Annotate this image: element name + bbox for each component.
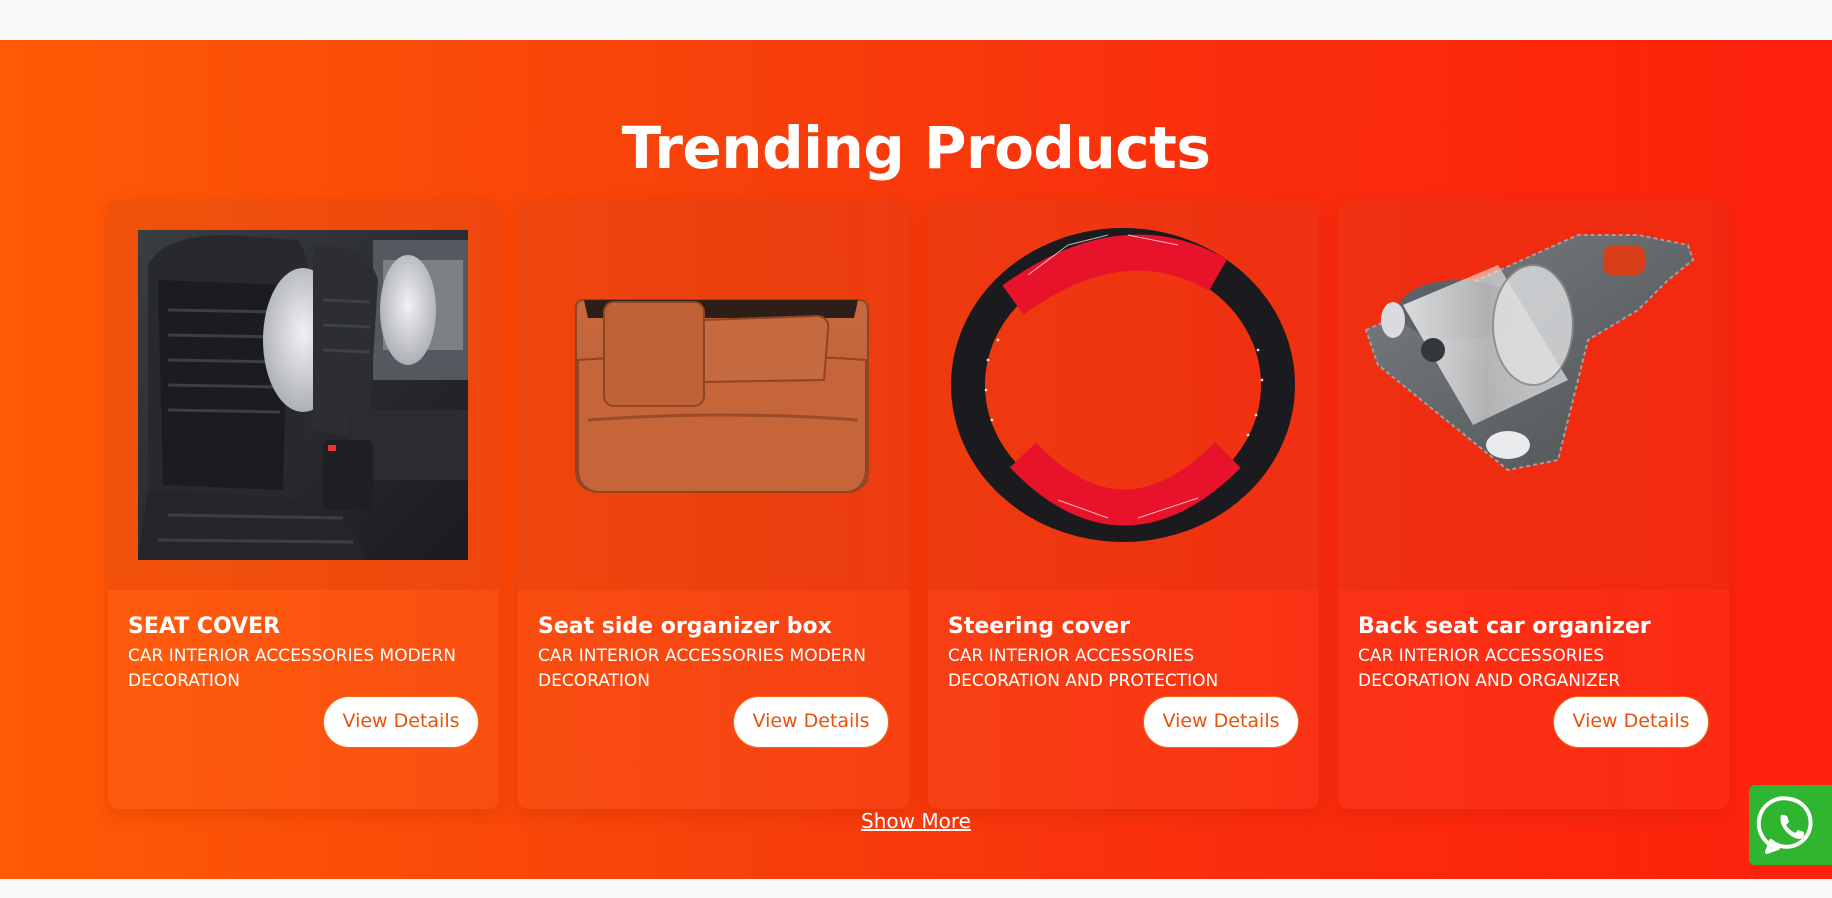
product-name[interactable]: Back seat car organizer [1358, 612, 1651, 642]
product-card: Back seat car organizer CAR INTERIOR ACC… [1338, 200, 1729, 809]
product-description: CAR INTERIOR ACCESSORIES MODERN DECORATI… [128, 646, 456, 691]
product-image[interactable] [108, 200, 499, 590]
product-card: Seat side organizer box CAR INTERIOR ACC… [518, 200, 909, 809]
view-details-button[interactable]: View Details [323, 696, 479, 748]
whatsapp-button[interactable] [1749, 785, 1832, 865]
product-name[interactable]: Seat side organizer box [538, 612, 832, 642]
product-description: CAR INTERIOR ACCESSORIES MODERN DECORATI… [538, 646, 866, 691]
leather-organizer-box-image [575, 299, 869, 493]
product-image[interactable] [1338, 200, 1729, 590]
view-details-button[interactable]: View Details [733, 696, 889, 748]
product-image[interactable] [928, 200, 1319, 590]
whatsapp-icon [1756, 796, 1813, 854]
trending-products-section: Trending Products SEAT COVER CAR INTERIO… [0, 40, 1832, 879]
product-name[interactable]: Steering cover [948, 612, 1130, 642]
product-card: SEAT COVER CAR INTERIOR ACCESSORIES MODE… [108, 200, 499, 809]
view-details-button[interactable]: View Details [1143, 696, 1299, 748]
product-card: Steering cover CAR INTERIOR ACCESSORIES … [928, 200, 1319, 809]
section-title: Trending Products [621, 114, 1211, 182]
back-seat-cup-organizer-image [1364, 234, 1695, 472]
view-details-button[interactable]: View Details [1553, 696, 1709, 748]
show-more-wrapper: Show More [0, 809, 1832, 833]
product-description: CAR INTERIOR ACCESSORIES DECORATION AND … [1358, 646, 1621, 691]
show-more-link[interactable]: Show More [861, 809, 971, 833]
product-image[interactable] [518, 200, 909, 590]
steering-wheel-cover-image [951, 228, 1295, 542]
product-name[interactable]: SEAT COVER [128, 612, 280, 642]
product-description: CAR INTERIOR ACCESSORIES DECORATION AND … [948, 646, 1219, 691]
car-seat-cover-image [138, 230, 468, 560]
